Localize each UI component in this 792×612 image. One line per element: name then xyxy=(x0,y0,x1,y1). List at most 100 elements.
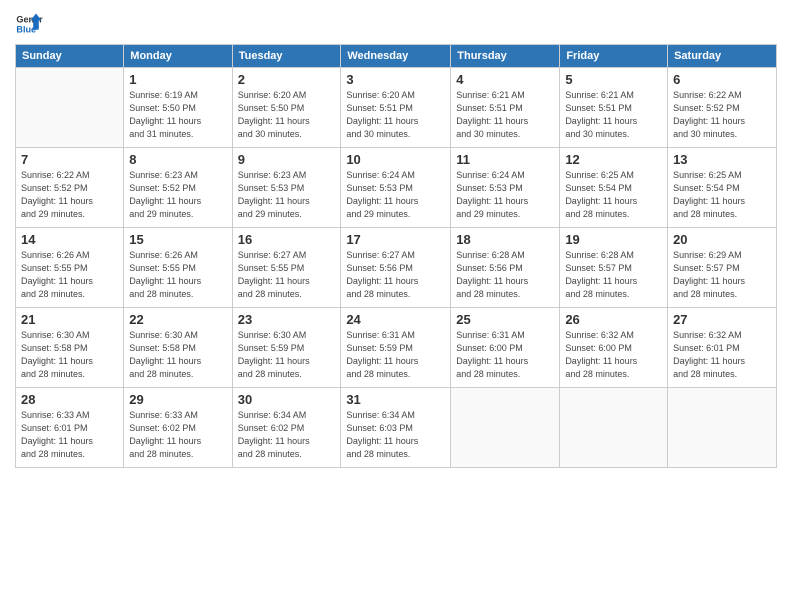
calendar-cell: 10Sunrise: 6:24 AM Sunset: 5:53 PM Dayli… xyxy=(341,148,451,228)
day-info: Sunrise: 6:28 AM Sunset: 5:57 PM Dayligh… xyxy=(565,249,662,301)
day-number: 9 xyxy=(238,152,336,167)
calendar-cell: 19 Sunrise: 6:28 AM Sunset: 5:57 PM Dayli… xyxy=(560,228,668,308)
calendar-cell: 27 Sunrise: 6:32 AM Sunset: 6:01 PM Dayli… xyxy=(668,308,777,388)
calendar-cell: 24 Sunrise: 6:31 AM Sunset: 5:59 PM Dayli… xyxy=(341,308,451,388)
calendar-cell: 22 Sunrise: 6:30 AM Sunset: 5:58 PM Dayli… xyxy=(124,308,232,388)
day-info: Sunrise: 6:32 AM Sunset: 6:01 PM Dayligh… xyxy=(673,329,771,381)
page: General Blue SundayMondayTuesdayWednesda… xyxy=(0,0,792,612)
day-info: Sunrise: 6:31 AM Sunset: 5:59 PM Dayligh… xyxy=(346,329,445,381)
calendar-cell: 23 Sunrise: 6:30 AM Sunset: 5:59 PM Dayli… xyxy=(232,308,341,388)
day-info: Sunrise: 6:25 AM Sunset: 5:54 PM Dayligh… xyxy=(673,169,771,221)
calendar-cell: 2 Sunrise: 6:20 AM Sunset: 5:50 PM Daylig… xyxy=(232,68,341,148)
calendar-cell: 18Sunrise: 6:28 AM Sunset: 5:56 PM Dayli… xyxy=(451,228,560,308)
calendar-cell xyxy=(560,388,668,468)
day-info: Sunrise: 6:22 AM Sunset: 5:52 PM Dayligh… xyxy=(21,169,118,221)
day-number: 31 xyxy=(346,392,445,407)
calendar-cell: 20 Sunrise: 6:29 AM Sunset: 5:57 PM Dayli… xyxy=(668,228,777,308)
day-number: 8 xyxy=(129,152,226,167)
day-info: Sunrise: 6:32 AM Sunset: 6:00 PM Dayligh… xyxy=(565,329,662,381)
calendar-week-4: 21 Sunrise: 6:30 AM Sunset: 5:58 PM Dayli… xyxy=(16,308,777,388)
calendar-cell: 26 Sunrise: 6:32 AM Sunset: 6:00 PM Dayli… xyxy=(560,308,668,388)
day-number: 17 xyxy=(346,232,445,247)
day-number: 21 xyxy=(21,312,118,327)
calendar-cell: 21 Sunrise: 6:30 AM Sunset: 5:58 PM Dayli… xyxy=(16,308,124,388)
day-number: 18 xyxy=(456,232,554,247)
day-number: 16 xyxy=(238,232,336,247)
calendar-week-1: 1 Sunrise: 6:19 AM Sunset: 5:50 PM Daylig… xyxy=(16,68,777,148)
day-number: 25 xyxy=(456,312,554,327)
weekday-header-thursday: Thursday xyxy=(451,45,560,68)
day-number: 1 xyxy=(129,72,226,87)
header: General Blue xyxy=(15,10,777,38)
calendar-week-2: 7 Sunrise: 6:22 AM Sunset: 5:52 PM Daylig… xyxy=(16,148,777,228)
day-number: 13 xyxy=(673,152,771,167)
day-number: 19 xyxy=(565,232,662,247)
day-info: Sunrise: 6:20 AM Sunset: 5:50 PM Dayligh… xyxy=(238,89,336,141)
calendar-cell: 9 Sunrise: 6:23 AM Sunset: 5:53 PM Daylig… xyxy=(232,148,341,228)
calendar-cell: 31 Sunrise: 6:34 AM Sunset: 6:03 PM Dayli… xyxy=(341,388,451,468)
weekday-header-saturday: Saturday xyxy=(668,45,777,68)
day-number: 10 xyxy=(346,152,445,167)
day-number: 15 xyxy=(129,232,226,247)
day-number: 29 xyxy=(129,392,226,407)
day-number: 12 xyxy=(565,152,662,167)
calendar-cell: 6Sunrise: 6:22 AM Sunset: 5:52 PM Daylig… xyxy=(668,68,777,148)
day-info: Sunrise: 6:34 AM Sunset: 6:03 PM Dayligh… xyxy=(346,409,445,461)
day-number: 7 xyxy=(21,152,118,167)
calendar-cell: 11 Sunrise: 6:24 AM Sunset: 5:53 PM Dayli… xyxy=(451,148,560,228)
calendar-cell: 29Sunrise: 6:33 AM Sunset: 6:02 PM Dayli… xyxy=(124,388,232,468)
day-number: 28 xyxy=(21,392,118,407)
weekday-header-tuesday: Tuesday xyxy=(232,45,341,68)
day-info: Sunrise: 6:30 AM Sunset: 5:59 PM Dayligh… xyxy=(238,329,336,381)
day-info: Sunrise: 6:24 AM Sunset: 5:53 PM Dayligh… xyxy=(456,169,554,221)
day-number: 26 xyxy=(565,312,662,327)
day-info: Sunrise: 6:23 AM Sunset: 5:53 PM Dayligh… xyxy=(238,169,336,221)
day-number: 4 xyxy=(456,72,554,87)
calendar-cell: 7 Sunrise: 6:22 AM Sunset: 5:52 PM Daylig… xyxy=(16,148,124,228)
calendar-cell: 12 Sunrise: 6:25 AM Sunset: 5:54 PM Dayli… xyxy=(560,148,668,228)
day-number: 27 xyxy=(673,312,771,327)
day-number: 3 xyxy=(346,72,445,87)
calendar-cell: 5Sunrise: 6:21 AM Sunset: 5:51 PM Daylig… xyxy=(560,68,668,148)
calendar-cell: 1 Sunrise: 6:19 AM Sunset: 5:50 PM Daylig… xyxy=(124,68,232,148)
day-info: Sunrise: 6:23 AM Sunset: 5:52 PM Dayligh… xyxy=(129,169,226,221)
day-number: 20 xyxy=(673,232,771,247)
day-number: 23 xyxy=(238,312,336,327)
calendar-cell: 3 Sunrise: 6:20 AM Sunset: 5:51 PM Daylig… xyxy=(341,68,451,148)
day-info: Sunrise: 6:27 AM Sunset: 5:55 PM Dayligh… xyxy=(238,249,336,301)
weekday-header-friday: Friday xyxy=(560,45,668,68)
calendar-cell xyxy=(668,388,777,468)
day-info: Sunrise: 6:25 AM Sunset: 5:54 PM Dayligh… xyxy=(565,169,662,221)
calendar-cell: 8 Sunrise: 6:23 AM Sunset: 5:52 PM Daylig… xyxy=(124,148,232,228)
day-number: 5 xyxy=(565,72,662,87)
calendar-cell: 16 Sunrise: 6:27 AM Sunset: 5:55 PM Dayli… xyxy=(232,228,341,308)
calendar-cell: 14Sunrise: 6:26 AM Sunset: 5:55 PM Dayli… xyxy=(16,228,124,308)
day-info: Sunrise: 6:31 AM Sunset: 6:00 PM Dayligh… xyxy=(456,329,554,381)
weekday-header-row: SundayMondayTuesdayWednesdayThursdayFrid… xyxy=(16,45,777,68)
calendar-cell: 25 Sunrise: 6:31 AM Sunset: 6:00 PM Dayli… xyxy=(451,308,560,388)
weekday-header-sunday: Sunday xyxy=(16,45,124,68)
day-number: 24 xyxy=(346,312,445,327)
calendar-week-3: 14 Sunrise: 6:26 AM Sunset: 5:55 PM Dayli… xyxy=(16,228,777,308)
day-number: 22 xyxy=(129,312,226,327)
day-info: Sunrise: 6:21 AM Sunset: 5:51 PM Dayligh… xyxy=(456,89,554,141)
calendar-table: SundayMondayTuesdayWednesdayThursdayFrid… xyxy=(15,44,777,468)
day-info: Sunrise: 6:20 AM Sunset: 5:51 PM Dayligh… xyxy=(346,89,445,141)
calendar-cell: 4 Sunrise: 6:21 AM Sunset: 5:51 PM Daylig… xyxy=(451,68,560,148)
calendar-cell xyxy=(16,68,124,148)
calendar-cell: 28Sunrise: 6:33 AM Sunset: 6:01 PM Dayli… xyxy=(16,388,124,468)
day-info: Sunrise: 6:29 AM Sunset: 5:57 PM Dayligh… xyxy=(673,249,771,301)
calendar-week-5: 28Sunrise: 6:33 AM Sunset: 6:01 PM Dayli… xyxy=(16,388,777,468)
day-info: Sunrise: 6:30 AM Sunset: 5:58 PM Dayligh… xyxy=(21,329,118,381)
day-number: 14 xyxy=(21,232,118,247)
day-info: Sunrise: 6:19 AM Sunset: 5:50 PM Dayligh… xyxy=(129,89,226,141)
day-number: 30 xyxy=(238,392,336,407)
logo: General Blue xyxy=(15,10,43,38)
day-number: 2 xyxy=(238,72,336,87)
day-info: Sunrise: 6:22 AM Sunset: 5:52 PM Dayligh… xyxy=(673,89,771,141)
day-number: 11 xyxy=(456,152,554,167)
day-info: Sunrise: 6:26 AM Sunset: 5:55 PM Dayligh… xyxy=(129,249,226,301)
calendar-cell: 13 Sunrise: 6:25 AM Sunset: 5:54 PM Dayli… xyxy=(668,148,777,228)
day-info: Sunrise: 6:34 AM Sunset: 6:02 PM Dayligh… xyxy=(238,409,336,461)
day-info: Sunrise: 6:30 AM Sunset: 5:58 PM Dayligh… xyxy=(129,329,226,381)
